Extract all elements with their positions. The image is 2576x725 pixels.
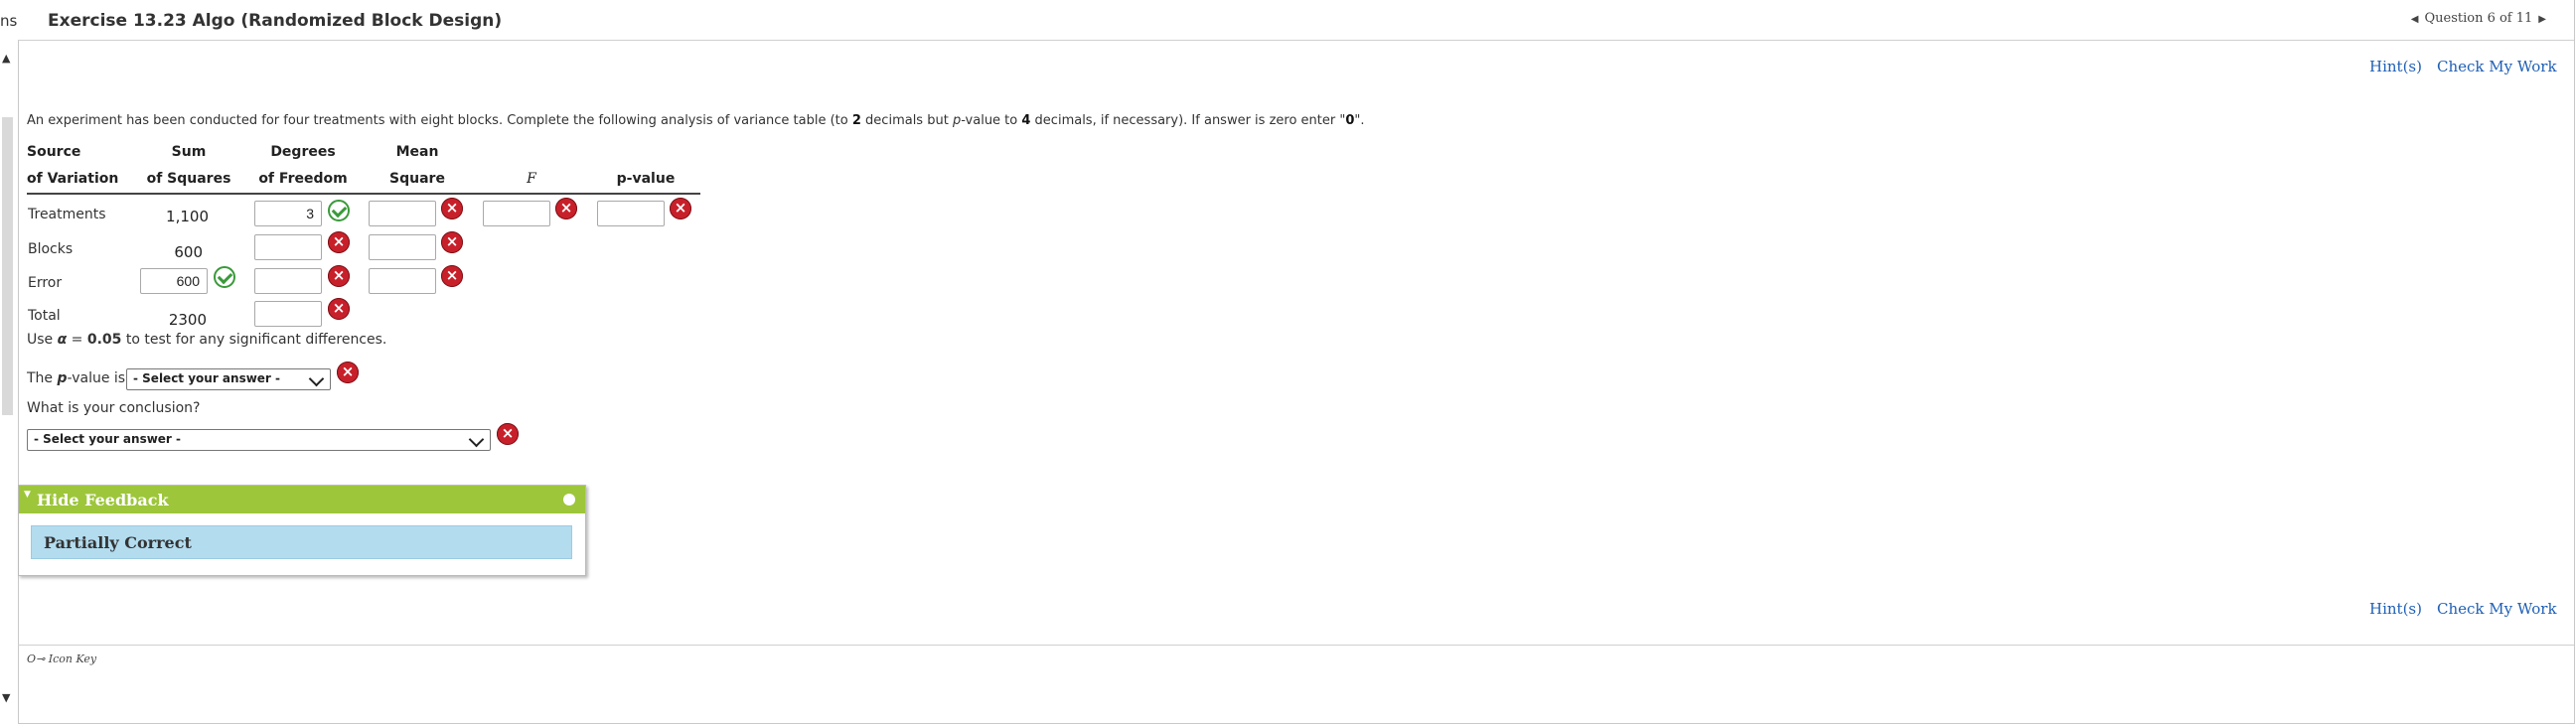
row-label-blocks: Blocks	[28, 241, 74, 257]
previous-question-icon[interactable]: ◀	[2411, 14, 2419, 25]
row-label-error: Error	[28, 275, 63, 291]
key-icon: O⊸	[27, 652, 49, 665]
intro-text: ".	[1354, 113, 1365, 128]
error-df-input[interactable]	[254, 268, 322, 294]
feedback-options-icon[interactable]	[563, 494, 575, 506]
incorrect-x-icon: ×	[328, 298, 350, 320]
question-navigator: ◀ Question 6 of 11 ▶	[2405, 11, 2552, 26]
alpha-value: 0.05	[86, 332, 122, 348]
header-text: Source	[27, 144, 81, 160]
alpha-text: =	[67, 332, 87, 348]
chevron-down-icon	[308, 370, 325, 387]
treatments-ms-input[interactable]	[369, 201, 436, 226]
scroll-down-arrow-icon[interactable]: ▼	[2, 691, 10, 704]
total-df-input[interactable]	[254, 301, 322, 327]
check-my-work-link-top[interactable]: Check My Work	[2437, 58, 2557, 75]
blocks-df-input[interactable]	[254, 234, 322, 260]
conclusion-select[interactable]: - Select your answer -	[27, 429, 491, 451]
header-source-2: of Variation	[27, 171, 119, 187]
hint-link-bottom[interactable]: Hint(s)	[2369, 600, 2422, 618]
correct-check-icon	[214, 266, 235, 288]
feedback-result-text: Partially Correct	[44, 533, 192, 552]
question-frame	[18, 0, 2575, 724]
title-bar: Exercise 13.23 Algo (Randomized Block De…	[18, 0, 2574, 41]
header-ss: Sum	[171, 144, 207, 160]
table-header-rule	[27, 193, 700, 195]
incorrect-x-icon: ×	[670, 198, 691, 219]
hide-feedback-toggle[interactable]: Hide Feedback	[37, 491, 169, 509]
alpha-instruction: Use α = 0.05 to test for any significant…	[27, 332, 386, 348]
check-my-work-link-bottom[interactable]: Check My Work	[2437, 600, 2557, 618]
alpha-text: Use	[27, 332, 58, 348]
intro-text: decimals but	[860, 113, 953, 128]
treatments-p-input[interactable]	[597, 201, 665, 226]
instructions-text: An experiment has been conducted for fou…	[27, 113, 1365, 128]
header-p: p-value	[616, 171, 676, 187]
chevron-down-icon	[468, 431, 485, 448]
intro-decimals: 2	[851, 113, 861, 128]
header-ms: Mean	[395, 144, 439, 160]
intro-p: p	[952, 113, 962, 128]
header-ss-2: of Squares	[146, 171, 231, 187]
incorrect-x-icon: ×	[441, 265, 463, 287]
footer-divider	[18, 645, 2574, 646]
pvalue-p: p	[57, 370, 68, 386]
header-df: Degrees	[270, 144, 336, 160]
icon-key-label: Icon Key	[48, 652, 97, 665]
conclusion-question: What is your conclusion?	[27, 400, 201, 416]
feedback-header[interactable]: ▼ Hide Feedback	[19, 486, 585, 513]
incorrect-x-icon: ×	[497, 423, 519, 445]
blocks-ms-input[interactable]	[369, 234, 436, 260]
feedback-panel: ▼ Hide Feedback Partially Correct	[18, 485, 586, 576]
row-label-total: Total	[28, 308, 61, 324]
treatments-df-input[interactable]	[254, 201, 322, 226]
error-ms-input[interactable]	[369, 268, 436, 294]
header-df-2: of Freedom	[258, 171, 348, 187]
incorrect-x-icon: ×	[328, 231, 350, 253]
pvalue-text: -value is	[67, 370, 126, 386]
pvalue-select[interactable]: - Select your answer -	[126, 368, 331, 390]
incorrect-x-icon: ×	[337, 362, 359, 383]
pvalue-text: The	[27, 370, 58, 386]
icon-key-link[interactable]: O⊸ Icon Key	[27, 652, 96, 665]
intro-text: decimals, if necessary). If answer is ze…	[1030, 113, 1346, 128]
treatments-f-input[interactable]	[483, 201, 550, 226]
incorrect-x-icon: ×	[441, 231, 463, 253]
error-ss-input[interactable]	[140, 268, 208, 294]
incorrect-x-icon: ×	[441, 198, 463, 219]
row-label-treatments: Treatments	[28, 207, 106, 222]
scrollbar-thumb[interactable]	[2, 117, 13, 415]
incorrect-x-icon: ×	[555, 198, 577, 219]
collapse-triangle-icon: ▼	[24, 490, 31, 500]
alpha-symbol: α	[57, 332, 68, 348]
next-question-icon[interactable]: ▶	[2538, 14, 2546, 25]
feedback-result-box: Partially Correct	[31, 525, 572, 559]
treatments-ss: 1,100	[166, 208, 209, 225]
hint-link-top[interactable]: Hint(s)	[2369, 58, 2422, 75]
intro-text: -value to	[961, 113, 1022, 128]
pvalue-question: The p-value is	[27, 370, 125, 386]
incorrect-x-icon: ×	[328, 265, 350, 287]
scroll-up-arrow-icon[interactable]: ▲	[2, 52, 10, 65]
exercise-title: Exercise 13.23 Algo (Randomized Block De…	[48, 11, 503, 31]
left-panel-label: ns	[0, 12, 18, 30]
total-ss: 2300	[168, 311, 207, 329]
pvalue-select-value: - Select your answer -	[133, 371, 281, 385]
header-source: Source	[27, 144, 80, 160]
question-counter: Question 6 of 11	[2424, 11, 2533, 26]
correct-check-icon	[328, 200, 350, 221]
intro-text: An experiment has been conducted for fou…	[27, 113, 852, 128]
conclusion-select-value: - Select your answer -	[34, 432, 182, 446]
left-panel-strip: ns ▲ ▼	[0, 0, 18, 725]
alpha-text: to test for any significant differences.	[121, 332, 387, 348]
header-ms-2: Square	[389, 171, 445, 187]
header-f: F	[527, 171, 536, 187]
blocks-ss: 600	[174, 243, 203, 261]
